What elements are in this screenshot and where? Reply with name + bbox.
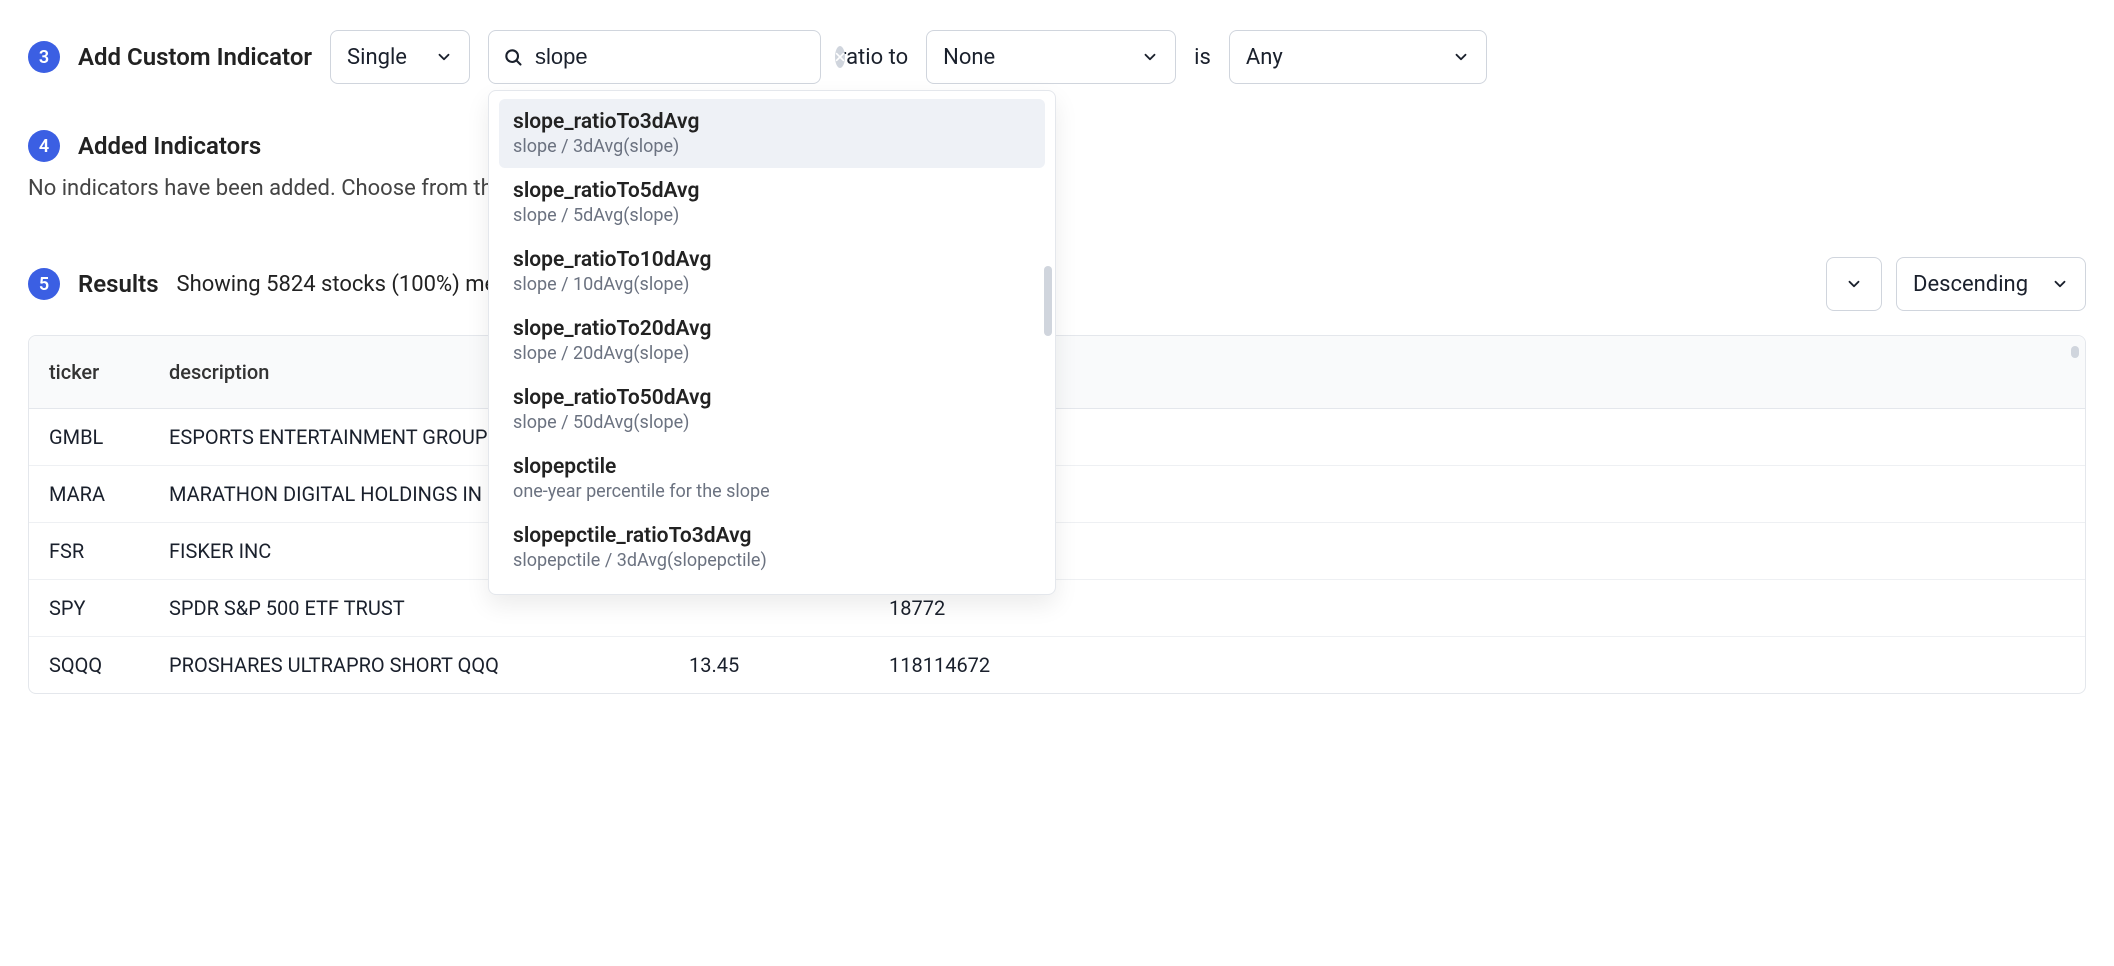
step5-title: Results [78, 270, 159, 298]
chevron-down-icon [1452, 48, 1470, 66]
indicator-search-input[interactable] [533, 43, 825, 71]
cell-ticker: SQQQ [29, 637, 149, 694]
cell-description: PROSHARES ULTRAPRO SHORT QQQ [149, 637, 669, 694]
suggestion-item[interactable]: slope_ratioTo10dAvgslope / 10dAvg(slope) [499, 237, 1045, 306]
suggestion-name: slope_ratioTo20dAvg [513, 317, 1031, 341]
mode-select-value: Single [347, 45, 415, 70]
suggestion-item[interactable]: slopepctile_ratioTo3dAvgslopepctile / 3d… [499, 513, 1045, 582]
col-volu-header[interactable]: tkVolu [889, 336, 2085, 409]
results-table: ticker description tkVolu GMBLESPORTS EN… [29, 336, 2085, 693]
suggestion-item[interactable]: slope_ratioTo50dAvgslope / 50dAvg(slope) [499, 375, 1045, 444]
sort-field-select[interactable] [1826, 257, 1882, 311]
suggestion-name: slopepctile [513, 455, 1031, 479]
cell-num: 13.45 [669, 637, 889, 694]
sort-direction-value: Descending [1913, 272, 2031, 297]
cell-ticker: MARA [29, 466, 149, 523]
suggestion-desc: slope / 3dAvg(slope) [513, 136, 1031, 157]
table-row[interactable]: SPYSPDR S&P 500 ETF TRUST18772 [29, 580, 2085, 637]
chevron-down-icon [2051, 275, 2069, 293]
no-indicators-text: No indicators have been added. Choose fr… [28, 176, 2086, 201]
table-row[interactable]: SQQQPROSHARES ULTRAPRO SHORT QQQ13.45118… [29, 637, 2085, 694]
cell-ticker: FSR [29, 523, 149, 580]
is-label: is [1194, 45, 1211, 70]
indicator-search-box[interactable] [488, 30, 821, 84]
sort-direction-select[interactable]: Descending [1896, 257, 2086, 311]
suggestion-name: slope_ratioTo5dAvg [513, 179, 1031, 203]
suggestion-item[interactable]: slopepctileone-year percentile for the s… [499, 444, 1045, 513]
cell-ticker: GMBL [29, 409, 149, 466]
suggestion-name: slope_ratioTo50dAvg [513, 386, 1031, 410]
step5-badge: 5 [28, 268, 60, 300]
condition-select[interactable]: Any [1229, 30, 1487, 84]
table-header-row: ticker description tkVolu [29, 336, 2085, 409]
col-ticker-header[interactable]: ticker [29, 336, 149, 409]
suggestion-desc: slopepctile / 3dAvg(slopepctile) [513, 550, 1031, 571]
table-scrollbar[interactable] [2071, 346, 2079, 358]
cell-volu: 49521 [889, 409, 2085, 466]
step4-title: Added Indicators [78, 132, 261, 160]
step4-section: 4 Added Indicators No indicators have be… [28, 130, 2086, 201]
dropdown-scrollbar[interactable] [1044, 266, 1052, 336]
suggestion-desc: slope / 20dAvg(slope) [513, 343, 1031, 364]
step5-section: 5 Results Showing 5824 stocks (100%) me … [28, 257, 2086, 694]
chevron-down-icon [435, 48, 453, 66]
cell-volu: 118114672 [889, 637, 2085, 694]
chevron-down-icon [1845, 275, 1863, 293]
suggestion-name: slopepctile_ratioTo3dAvg [513, 524, 1031, 548]
mode-select[interactable]: Single [330, 30, 470, 84]
cell-volu: 63250 [889, 523, 2085, 580]
cell-volu: 03790 [889, 466, 2085, 523]
cell-ticker: SPY [29, 580, 149, 637]
ratio-to-label: ratio to [839, 45, 908, 70]
results-table-wrap: ticker description tkVolu GMBLESPORTS EN… [28, 335, 2086, 694]
ratio-select[interactable]: None [926, 30, 1176, 84]
suggestion-name: slope_ratioTo3dAvg [513, 110, 1031, 134]
step3-badge: 3 [28, 41, 60, 73]
suggestion-name: slope_ratioTo10dAvg [513, 248, 1031, 272]
table-row[interactable]: FSRFISKER INC63250 [29, 523, 2085, 580]
step4-badge: 4 [28, 130, 60, 162]
cell-volu: 18772 [889, 580, 2085, 637]
clear-search-button[interactable] [835, 46, 845, 68]
condition-select-value: Any [1246, 45, 1432, 70]
table-row[interactable]: MARAMARATHON DIGITAL HOLDINGS IN03790 [29, 466, 2085, 523]
suggestion-item[interactable]: slope_ratioTo5dAvgslope / 5dAvg(slope) [499, 168, 1045, 237]
suggestion-desc: one-year percentile for the slope [513, 481, 1031, 502]
suggestion-desc: slope / 5dAvg(slope) [513, 205, 1031, 226]
search-icon [503, 47, 523, 67]
suggestion-item[interactable]: slope_ratioTo3dAvgslope / 3dAvg(slope) [499, 99, 1045, 168]
step3-title: Add Custom Indicator [78, 43, 312, 71]
indicator-suggestions-dropdown: slope_ratioTo3dAvgslope / 3dAvg(slope)sl… [488, 90, 1056, 595]
chevron-down-icon [1141, 48, 1159, 66]
step3-row: 3 Add Custom Indicator Single slope_rati… [28, 30, 2086, 84]
results-summary: Showing 5824 stocks (100%) me [177, 272, 497, 297]
suggestion-desc: slope / 10dAvg(slope) [513, 274, 1031, 295]
suggestion-desc: slope / 50dAvg(slope) [513, 412, 1031, 433]
table-row[interactable]: GMBLESPORTS ENTERTAINMENT GROUP49521 [29, 409, 2085, 466]
indicator-search-wrap: slope_ratioTo3dAvgslope / 3dAvg(slope)sl… [488, 30, 821, 84]
ratio-select-value: None [943, 45, 1121, 70]
suggestion-item[interactable]: slope_ratioTo20dAvgslope / 20dAvg(slope) [499, 306, 1045, 375]
